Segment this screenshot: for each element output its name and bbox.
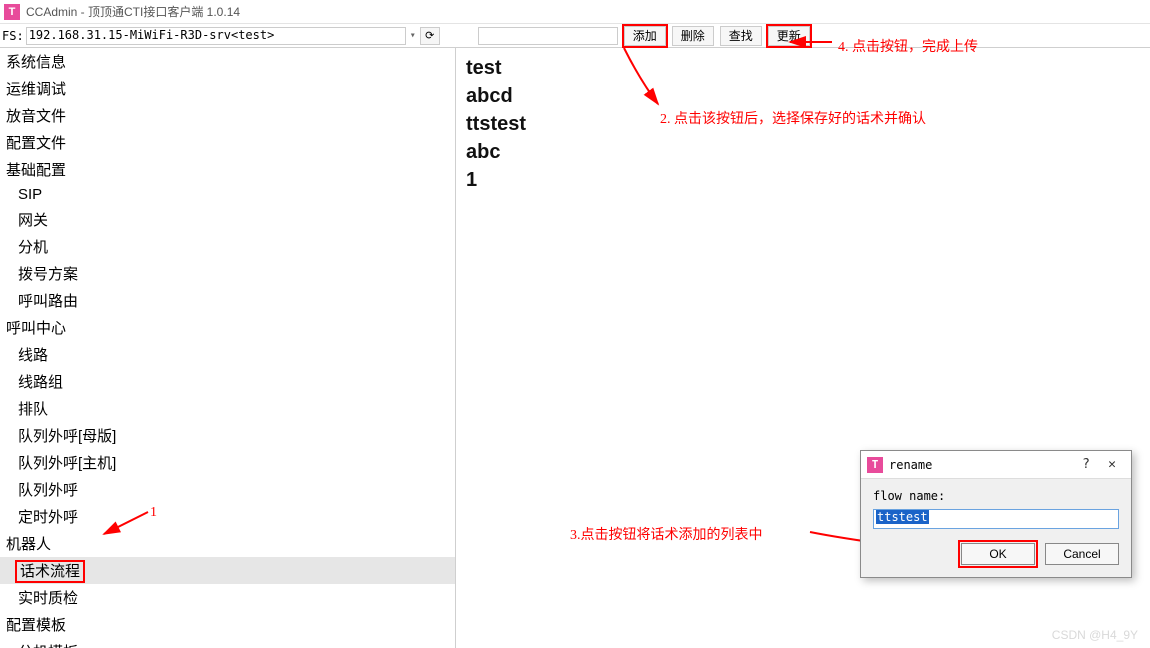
help-button[interactable]: ? [1073,457,1099,472]
search-input[interactable] [478,27,618,45]
sidebar-item-label: 机器人 [6,536,51,553]
sidebar-item[interactable]: 基础配置 [0,156,455,183]
sidebar-item[interactable]: 话术流程 [0,557,455,584]
sidebar-item[interactable]: 配置模板 [0,611,455,638]
sidebar-item[interactable]: 分机模板 [0,638,455,648]
flow-list[interactable]: testabcdttstestabc1 [466,54,1140,194]
sidebar-item-label: 系统信息 [6,54,66,71]
dialog-title: rename [889,458,1073,472]
chevron-down-icon[interactable]: ▾ [410,30,416,41]
window-title: CCAdmin - 顶顶通CTI接口客户端 1.0.14 [26,3,240,20]
sidebar-item-label: 配置模板 [6,617,66,634]
sidebar-item-label: 定时外呼 [18,509,78,526]
sidebar-item-label: 话术流程 [18,563,82,580]
sidebar-item[interactable]: SIP [0,183,455,206]
sidebar-item[interactable]: 线路 [0,341,455,368]
fs-label: FS: [2,29,24,43]
sidebar-item-label: 实时质检 [18,590,78,607]
dialog-icon: T [867,457,883,473]
sidebar-item-label: 排队 [18,401,48,418]
nav-tree[interactable]: 系统信息运维调试放音文件配置文件基础配置 SIP 网关分机拨号方案呼叫路由呼叫中心线… [0,48,455,648]
sidebar-item[interactable]: 呼叫中心 [0,314,455,341]
list-item[interactable]: 1 [466,166,1140,194]
sidebar-item[interactable]: 网关 [0,206,455,233]
dialog-titlebar[interactable]: T rename ? ✕ [861,451,1131,479]
flow-name-input[interactable]: ttstest [873,509,1119,529]
sidebar-item-label: 网关 [18,212,48,229]
list-item[interactable]: ttstest [466,110,1140,138]
sidebar-item-label: SIP [18,186,42,203]
sidebar-item[interactable]: 机器人 [0,530,455,557]
sidebar-item[interactable]: 系统信息 [0,48,455,75]
sidebar-item-label: 基础配置 [6,162,66,179]
close-button[interactable]: ✕ [1099,457,1125,472]
app-icon: T [4,4,20,20]
sidebar-item[interactable]: 实时质检 [0,584,455,611]
flow-name-label: flow name: [873,489,1119,503]
toolbar: FS: 192.168.31.15-MiWiFi-R3D-srv<test> ▾… [0,24,1150,48]
sidebar-item-label: 呼叫路由 [18,293,78,310]
sidebar-item-label: 队列外呼[主机] [18,455,116,472]
sidebar-item-label: 配置文件 [6,135,66,152]
list-item[interactable]: abc [466,138,1140,166]
delete-button[interactable]: 删除 [672,26,714,46]
sidebar-item-label: 拨号方案 [18,266,78,283]
list-item[interactable]: test [466,54,1140,82]
sidebar-item[interactable]: 队列外呼[母版] [0,422,455,449]
sidebar-item-label: 线路组 [18,374,63,391]
fs-server-select[interactable]: 192.168.31.15-MiWiFi-R3D-srv<test> [26,27,406,45]
sidebar-item[interactable]: 分机 [0,233,455,260]
sidebar-item-label: 运维调试 [6,81,66,98]
sidebar-item[interactable]: 运维调试 [0,75,455,102]
watermark: CSDN @H4_9Y [1052,628,1138,642]
sidebar-item-label: 呼叫中心 [6,320,66,337]
sidebar-item[interactable]: 线路组 [0,368,455,395]
rename-dialog: T rename ? ✕ flow name: ttstest OK Cance… [860,450,1132,578]
refresh-button[interactable]: ⟳ [420,27,440,45]
sidebar-item-label: 队列外呼[母版] [18,428,116,445]
sidebar-item-label: 分机 [18,239,48,256]
sidebar-item-label: 队列外呼 [18,482,78,499]
update-button[interactable]: 更新 [768,26,810,46]
cancel-button[interactable]: Cancel [1045,543,1119,565]
sidebar-item[interactable]: 队列外呼[主机] [0,449,455,476]
list-item[interactable]: abcd [466,82,1140,110]
find-button[interactable]: 查找 [720,26,762,46]
sidebar-item[interactable]: 定时外呼 [0,503,455,530]
sidebar-item[interactable]: 放音文件 [0,102,455,129]
sidebar-item[interactable]: 配置文件 [0,129,455,156]
sidebar-item[interactable]: 排队 [0,395,455,422]
window-titlebar: T CCAdmin - 顶顶通CTI接口客户端 1.0.14 [0,0,1150,24]
sidebar-item-label: 线路 [18,347,48,364]
sidebar-item[interactable]: 拨号方案 [0,260,455,287]
sidebar-item[interactable]: 呼叫路由 [0,287,455,314]
sidebar-item[interactable]: 队列外呼 [0,476,455,503]
add-button[interactable]: 添加 [624,26,666,46]
ok-button[interactable]: OK [961,543,1035,565]
sidebar-item-label: 分机模板 [18,644,78,648]
sidebar-item-label: 放音文件 [6,108,66,125]
sidebar: 系统信息运维调试放音文件配置文件基础配置 SIP 网关分机拨号方案呼叫路由呼叫中心线… [0,48,456,648]
